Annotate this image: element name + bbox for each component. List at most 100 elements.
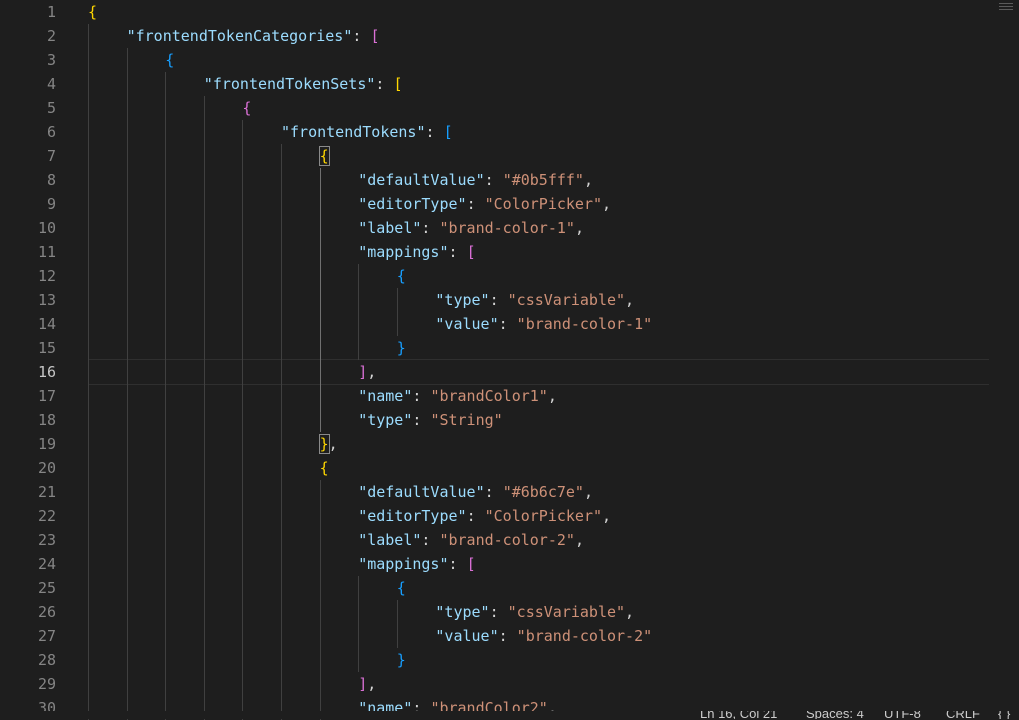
code-line[interactable]: "label": "brand-color-1",	[358, 216, 584, 240]
language-mode-icon[interactable]: { }	[998, 711, 1010, 719]
json-key: "defaultValue"	[358, 171, 485, 189]
line-number: 16	[37, 363, 56, 381]
indent-guide	[242, 120, 244, 720]
punctuation: :	[498, 315, 517, 333]
code-line[interactable]: {	[242, 96, 251, 120]
json-string: "brand-color-1"	[439, 219, 575, 237]
code-line[interactable]: {	[320, 456, 329, 480]
code-line[interactable]: "frontendTokenSets": [	[204, 72, 403, 96]
code-line[interactable]: ],	[358, 360, 376, 384]
indent-guide	[319, 168, 321, 432]
code-line[interactable]: "type": "String"	[358, 408, 503, 432]
punctuation: ,	[328, 435, 338, 453]
json-string: "brand-color-1"	[516, 315, 653, 333]
code-line[interactable]: {	[165, 48, 174, 72]
json-string: "cssVariable"	[507, 291, 626, 309]
json-key: "type"	[435, 603, 490, 621]
punctuation: ,	[574, 219, 584, 237]
line-number: 25	[37, 579, 56, 597]
indentation-setting[interactable]: Spaces: 4	[806, 711, 864, 719]
code-line[interactable]: "editorType": "ColorPicker",	[358, 192, 611, 216]
line-number: 7	[46, 147, 56, 165]
punctuation: :	[466, 195, 485, 213]
punctuation: :	[489, 603, 508, 621]
punctuation: ,	[602, 507, 612, 525]
punctuation: :	[375, 75, 394, 93]
json-key: "editorType"	[358, 507, 467, 525]
code-line[interactable]: "frontendTokenCategories": [	[127, 24, 380, 48]
code-line[interactable]: }	[397, 648, 406, 672]
code-line[interactable]: "value": "brand-color-1"	[435, 312, 652, 336]
line-number: 4	[46, 75, 56, 93]
indent-guide	[281, 144, 282, 720]
line-number: 5	[46, 99, 56, 117]
line-number: 28	[37, 651, 56, 669]
code-line[interactable]: "value": "brand-color-2"	[435, 624, 652, 648]
code-line[interactable]: "name": "brandColor1",	[358, 384, 557, 408]
code-editor[interactable]: 1 2 3 4 5 6 7 8 9 10 11 12 13 14 15 16 17 18 19 20 21 22 23 24 2…	[0, 0, 1019, 720]
code-line[interactable]: }	[397, 336, 406, 360]
indent-guide	[358, 264, 360, 360]
minimap-line	[999, 3, 1013, 4]
json-key: "value"	[435, 627, 499, 645]
line-number: 19	[37, 435, 56, 453]
json-key: "name"	[358, 387, 413, 405]
code-line[interactable]: "editorType": "ColorPicker",	[358, 504, 611, 528]
line-number: 18	[37, 411, 56, 429]
bracket: }	[396, 339, 406, 357]
code-line[interactable]: ],	[358, 672, 376, 696]
line-number: 29	[37, 675, 56, 693]
json-string: "ColorPicker"	[484, 507, 603, 525]
indent-guide	[165, 72, 167, 720]
punctuation: :	[448, 555, 467, 573]
line-number: 14	[37, 315, 56, 333]
code-line[interactable]: "defaultValue": "#6b6c7e",	[358, 480, 593, 504]
eol-indicator[interactable]: CRLF	[946, 711, 980, 719]
code-line[interactable]: "frontendTokens": [	[281, 120, 453, 144]
punctuation: :	[421, 219, 440, 237]
code-line[interactable]: "type": "cssVariable",	[435, 600, 634, 624]
line-number: 26	[37, 603, 56, 621]
code-line[interactable]: "mappings": [	[358, 240, 475, 264]
code-line[interactable]: "label": "brand-color-2",	[358, 528, 584, 552]
json-key: "mappings"	[358, 243, 449, 261]
bracket: {	[319, 459, 329, 477]
code-line[interactable]: "type": "cssVariable",	[435, 288, 634, 312]
line-number: 27	[37, 627, 56, 645]
code-line[interactable]: "mappings": [	[358, 552, 475, 576]
punctuation: :	[421, 531, 440, 549]
json-key: "frontendTokenCategories"	[126, 27, 353, 45]
line-number: 2	[46, 27, 56, 45]
punctuation: ,	[625, 291, 635, 309]
encoding-indicator[interactable]: UTF-8	[884, 711, 921, 719]
indent-guide	[396, 600, 398, 648]
bracket: {	[88, 3, 98, 21]
line-number: 9	[46, 195, 56, 213]
indent-guide	[358, 576, 360, 672]
code-line[interactable]: {	[397, 576, 406, 600]
code-line[interactable]: "defaultValue": "#0b5fff",	[358, 168, 593, 192]
indent-guide	[126, 48, 128, 720]
current-line-highlight	[88, 359, 989, 385]
line-number: 13	[37, 291, 56, 309]
punctuation: :	[412, 411, 431, 429]
punctuation: ,	[583, 483, 593, 501]
punctuation: :	[498, 627, 517, 645]
json-key: "value"	[435, 315, 499, 333]
cursor-position[interactable]: Ln 16, Col 21	[700, 711, 777, 719]
json-key: "label"	[358, 531, 422, 549]
punctuation: ,	[367, 675, 377, 693]
line-number: 21	[37, 483, 56, 501]
bracket: {	[396, 267, 406, 285]
code-line[interactable]: {	[88, 0, 97, 24]
line-number: 23	[37, 531, 56, 549]
minimap-line	[999, 6, 1013, 7]
code-line[interactable]: },	[318, 432, 338, 456]
code-line[interactable]: {	[318, 144, 330, 168]
code-line[interactable]: {	[397, 264, 406, 288]
line-number: 1	[46, 3, 56, 21]
indent-guide	[203, 96, 205, 720]
json-string: "brand-color-2"	[516, 627, 653, 645]
punctuation: :	[484, 171, 503, 189]
json-key: "frontendTokens"	[281, 123, 426, 141]
